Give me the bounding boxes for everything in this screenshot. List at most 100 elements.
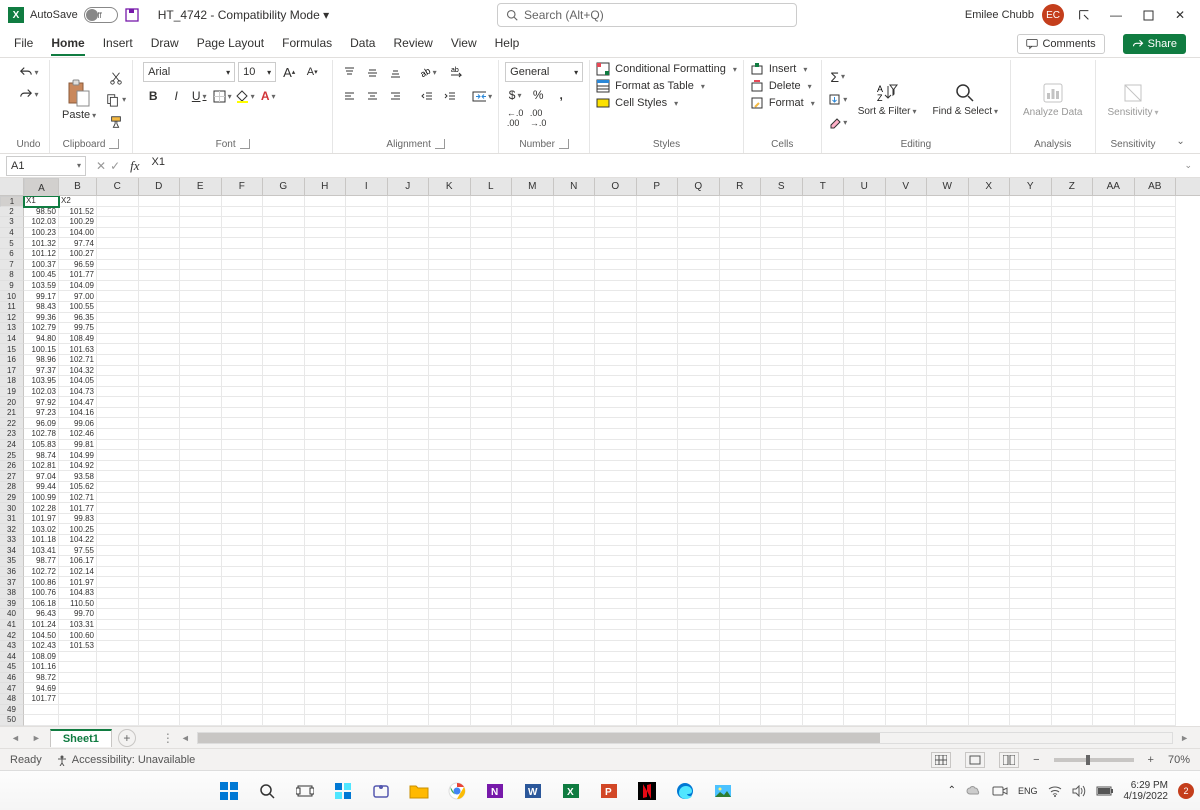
decrease-indent-button[interactable] <box>417 86 437 106</box>
cell[interactable] <box>678 238 720 249</box>
cell[interactable] <box>139 270 181 281</box>
cell[interactable] <box>761 440 803 451</box>
cell[interactable] <box>678 577 720 588</box>
cell[interactable] <box>97 323 139 334</box>
cell[interactable] <box>97 376 139 387</box>
cell[interactable]: 96.59 <box>59 260 97 271</box>
cell[interactable]: 104.47 <box>59 397 97 408</box>
cell[interactable] <box>263 270 305 281</box>
cell[interactable] <box>388 334 430 345</box>
cell[interactable] <box>761 546 803 557</box>
cell[interactable] <box>1135 376 1177 387</box>
cell[interactable]: 108.49 <box>59 334 97 345</box>
cell[interactable] <box>346 556 388 567</box>
cell[interactable] <box>97 673 139 684</box>
cell[interactable] <box>595 461 637 472</box>
cell[interactable] <box>1093 652 1135 663</box>
cell[interactable] <box>471 514 513 525</box>
cell[interactable] <box>720 524 762 535</box>
excel-taskbar-icon[interactable]: X <box>553 773 589 809</box>
column-header-Z[interactable]: Z <box>1052 178 1094 195</box>
column-header-R[interactable]: R <box>720 178 762 195</box>
cell[interactable] <box>1052 334 1094 345</box>
cell[interactable] <box>512 334 554 345</box>
cell[interactable] <box>927 461 969 472</box>
cell[interactable] <box>222 334 264 345</box>
cell[interactable] <box>969 440 1011 451</box>
cell[interactable]: 104.09 <box>59 281 97 292</box>
cell[interactable] <box>761 461 803 472</box>
cell[interactable] <box>969 366 1011 377</box>
cell[interactable] <box>180 440 222 451</box>
cell[interactable] <box>1052 302 1094 313</box>
cell[interactable] <box>263 641 305 652</box>
cell[interactable] <box>678 535 720 546</box>
cell[interactable] <box>388 641 430 652</box>
cell[interactable] <box>97 683 139 694</box>
cell[interactable] <box>761 387 803 398</box>
cell[interactable] <box>1093 408 1135 419</box>
cell[interactable] <box>512 715 554 726</box>
cell[interactable] <box>180 270 222 281</box>
cell[interactable]: 102.43 <box>24 641 59 652</box>
cell[interactable] <box>803 376 845 387</box>
page-break-view-button[interactable] <box>999 752 1019 768</box>
cell[interactable] <box>844 588 886 599</box>
cell[interactable] <box>512 344 554 355</box>
cell[interactable]: 102.81 <box>24 461 59 472</box>
cell[interactable] <box>180 556 222 567</box>
cell[interactable] <box>1010 620 1052 631</box>
cell[interactable] <box>720 620 762 631</box>
cell[interactable] <box>1135 260 1177 271</box>
cell[interactable] <box>761 334 803 345</box>
cell[interactable] <box>429 546 471 557</box>
font-name-select[interactable]: Arial▾ <box>143 62 235 82</box>
cell[interactable]: 94.80 <box>24 334 59 345</box>
cell[interactable] <box>554 652 596 663</box>
cell[interactable] <box>844 546 886 557</box>
cell[interactable] <box>471 313 513 324</box>
cell[interactable] <box>471 323 513 334</box>
cell[interactable] <box>969 270 1011 281</box>
cell[interactable] <box>1135 418 1177 429</box>
cell[interactable] <box>305 577 347 588</box>
cell[interactable] <box>305 471 347 482</box>
cell[interactable] <box>346 471 388 482</box>
cell[interactable] <box>305 397 347 408</box>
cell[interactable] <box>139 609 181 620</box>
cell[interactable] <box>886 217 928 228</box>
cell[interactable] <box>263 397 305 408</box>
cell[interactable] <box>637 609 679 620</box>
row-header[interactable]: 22 <box>0 418 24 429</box>
cell[interactable] <box>346 355 388 366</box>
cell[interactable] <box>1093 281 1135 292</box>
cell[interactable] <box>512 270 554 281</box>
cell[interactable] <box>969 694 1011 705</box>
cell[interactable] <box>803 281 845 292</box>
cell[interactable] <box>388 207 430 218</box>
cell[interactable] <box>305 260 347 271</box>
cell[interactable] <box>388 556 430 567</box>
cell[interactable] <box>512 376 554 387</box>
cell[interactable] <box>720 546 762 557</box>
cell[interactable] <box>346 323 388 334</box>
cell[interactable] <box>263 260 305 271</box>
cell[interactable] <box>471 503 513 514</box>
cell[interactable] <box>1135 514 1177 525</box>
cell[interactable]: 101.24 <box>24 620 59 631</box>
cell[interactable] <box>927 418 969 429</box>
cell[interactable] <box>678 366 720 377</box>
cell[interactable] <box>678 450 720 461</box>
cell[interactable] <box>139 302 181 313</box>
align-middle-button[interactable] <box>362 62 382 82</box>
cell[interactable] <box>1135 450 1177 461</box>
cell[interactable] <box>969 196 1011 207</box>
cell[interactable] <box>1010 387 1052 398</box>
cell[interactable] <box>927 344 969 355</box>
cell[interactable] <box>222 524 264 535</box>
cell[interactable] <box>844 450 886 461</box>
cell[interactable] <box>512 514 554 525</box>
cell[interactable] <box>1135 270 1177 281</box>
save-icon[interactable] <box>124 7 140 23</box>
cell[interactable] <box>263 471 305 482</box>
